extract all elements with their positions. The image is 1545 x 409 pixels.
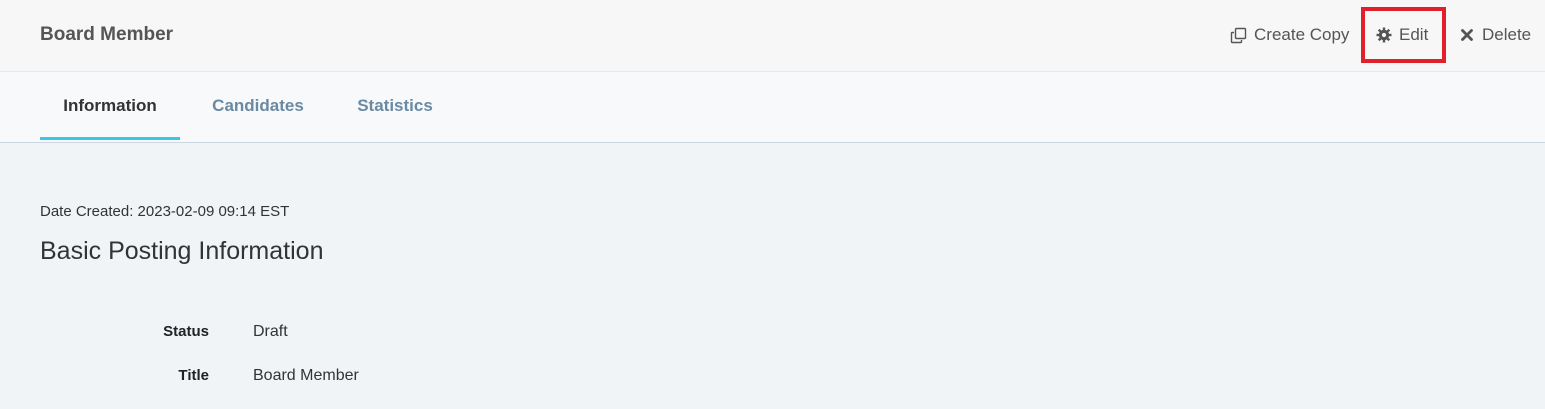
delete-button[interactable]: Delete (1458, 22, 1531, 48)
edit-highlight-box (1361, 7, 1446, 63)
title-label: Title (178, 367, 209, 384)
status-value: Draft (253, 323, 288, 340)
copy-icon (1230, 27, 1247, 44)
close-icon (1458, 27, 1475, 44)
section-title: Basic Posting Information (40, 237, 324, 265)
delete-label: Delete (1482, 25, 1532, 44)
page-title: Board Member (40, 24, 174, 45)
tab-statistics[interactable]: Statistics (340, 72, 450, 140)
page-header: Board Member Create Copy Edit Delete (0, 0, 1545, 72)
status-label: Status (163, 323, 209, 340)
date-created: Date Created: 2023-02-09 09:14 EST (40, 203, 290, 220)
active-tab-indicator (40, 137, 180, 140)
tab-candidates[interactable]: Candidates (198, 72, 318, 140)
tab-information[interactable]: Information (40, 72, 180, 140)
create-copy-button[interactable]: Create Copy (1230, 22, 1349, 48)
create-copy-label: Create Copy (1254, 25, 1350, 44)
title-value: Board Member (253, 367, 359, 384)
tab-bar: Information Candidates Statistics (0, 72, 1545, 143)
